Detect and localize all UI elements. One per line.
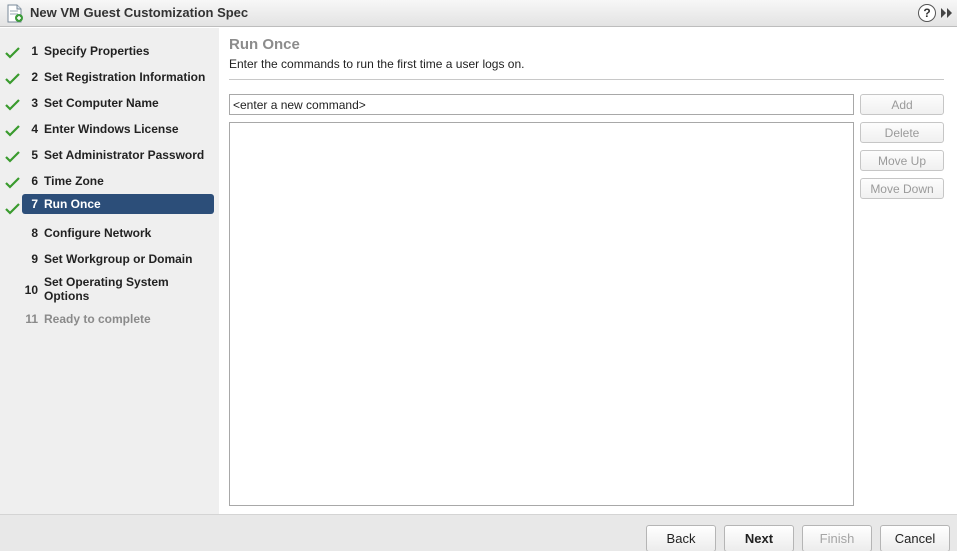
back-button[interactable]: Back (646, 525, 716, 551)
checkmark-icon (5, 151, 20, 163)
step-label: Configure Network (44, 226, 152, 240)
step-ready-to-complete: 11 Ready to complete (0, 309, 219, 335)
wizard-footer: Back Next Finish Cancel (0, 514, 957, 551)
wizard-steps-sidebar: 1 Specify Properties 2 Set Registration … (0, 28, 219, 514)
step-label: Time Zone (44, 174, 104, 188)
divider (229, 79, 944, 80)
step-label: Set Operating System Options (44, 275, 169, 303)
delete-button[interactable]: Delete (860, 122, 944, 143)
step-number: 11 (25, 312, 38, 326)
step-label: Set Computer Name (44, 96, 159, 110)
step-configure-network[interactable]: 8 Configure Network (0, 223, 219, 249)
step-number: 1 (31, 44, 38, 58)
step-number: 6 (31, 174, 38, 188)
checkmark-icon (5, 177, 20, 189)
step-number: 3 (31, 96, 38, 110)
checkmark-icon (5, 125, 20, 137)
title-bar: New VM Guest Customization Spec ? (0, 0, 957, 27)
step-enter-windows-license[interactable]: 4 Enter Windows License (0, 119, 219, 145)
checkmark-icon (5, 203, 20, 215)
step-run-once[interactable]: 7 Run Once (0, 194, 219, 220)
step-set-administrator-password[interactable]: 5 Set Administrator Password (0, 145, 219, 171)
add-button[interactable]: Add (860, 94, 944, 115)
next-button[interactable]: Next (724, 525, 794, 551)
double-chevron-right-icon[interactable] (940, 6, 954, 20)
step-set-computer-name[interactable]: 3 Set Computer Name (0, 93, 219, 119)
step-label: Ready to complete (44, 312, 151, 326)
page-description: Enter the commands to run the first time… (229, 57, 525, 71)
window-title: New VM Guest Customization Spec (30, 5, 249, 20)
step-label: Set Workgroup or Domain (44, 252, 193, 266)
step-number: 7 (31, 197, 38, 211)
help-icon[interactable]: ? (918, 4, 936, 22)
step-set-operating-system-options[interactable]: 10 Set Operating System Options (0, 272, 219, 304)
page-title: Run Once (229, 36, 300, 53)
cancel-button[interactable]: Cancel (880, 525, 950, 551)
step-set-registration-information[interactable]: 2 Set Registration Information (0, 67, 219, 93)
step-number: 4 (31, 122, 38, 136)
step-number: 5 (31, 148, 38, 162)
step-label: Set Registration Information (44, 70, 206, 84)
step-label: Specify Properties (44, 44, 150, 58)
command-list[interactable] (229, 122, 854, 506)
checkmark-icon (5, 99, 20, 111)
step-specify-properties[interactable]: 1 Specify Properties (0, 41, 219, 67)
content-panel: Run Once Enter the commands to run the f… (219, 28, 957, 514)
step-label: Enter Windows License (44, 122, 179, 136)
checkmark-icon (5, 47, 20, 59)
move-up-button[interactable]: Move Up (860, 150, 944, 171)
finish-button[interactable]: Finish (802, 525, 872, 551)
step-number: 9 (31, 252, 38, 266)
step-label: Run Once (44, 197, 101, 211)
step-label: Set Administrator Password (44, 148, 205, 162)
move-down-button[interactable]: Move Down (860, 178, 944, 199)
step-number: 2 (31, 70, 38, 84)
checkmark-icon (5, 73, 20, 85)
step-number: 8 (31, 226, 38, 240)
document-wizard-icon (7, 4, 23, 23)
step-number: 10 (24, 283, 38, 297)
new-command-input[interactable] (229, 94, 854, 115)
